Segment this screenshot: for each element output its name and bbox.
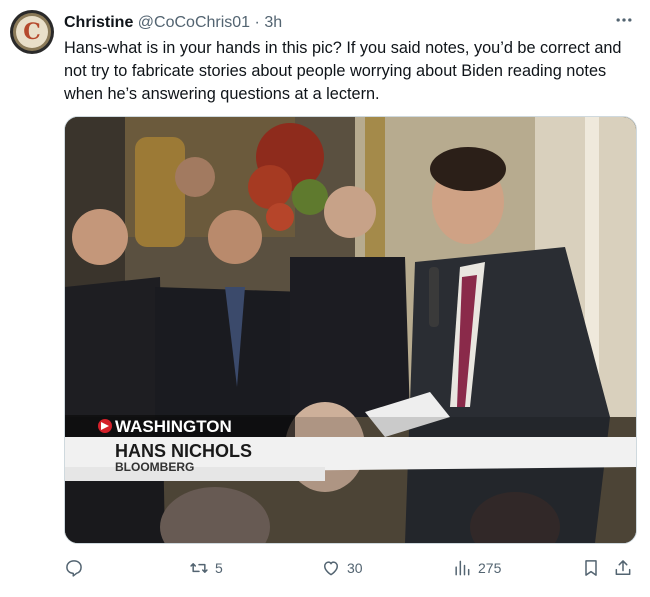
like-button[interactable]: 30: [321, 553, 363, 583]
views-icon: [455, 560, 470, 576]
like-icon: [324, 561, 338, 576]
share-icon: [615, 560, 631, 575]
avatar[interactable]: C: [10, 10, 54, 54]
tweet-text: Hans-what is in your hands in this pic? …: [64, 39, 622, 103]
header-separator: ·: [254, 14, 260, 31]
author-name[interactable]: Christine: [64, 14, 133, 31]
banner-affiliation: BLOOMBERG: [115, 460, 194, 474]
share-button[interactable]: [613, 553, 633, 583]
timestamp[interactable]: 3h: [264, 14, 282, 31]
reply-button[interactable]: [64, 553, 90, 583]
arrow-icon: [98, 419, 112, 433]
avatar-logo: C: [16, 16, 48, 48]
more-icon[interactable]: [612, 10, 636, 30]
tweet-header: Christine @CoCoChris01 · 3h: [64, 12, 600, 34]
retweet-button[interactable]: 5: [189, 553, 223, 583]
tweet-actions: 5 30 275: [64, 553, 639, 583]
author-handle[interactable]: @CoCoChris01: [138, 14, 250, 31]
views-button[interactable]: 275: [452, 553, 501, 583]
tweet-photo[interactable]: WASHINGTON HANS NICHOLS BLOOMBERG: [64, 116, 637, 544]
retweet-icon: [190, 563, 208, 573]
retweet-count: 5: [215, 560, 223, 576]
banner-name: HANS NICHOLS: [115, 441, 252, 461]
like-count: 30: [347, 560, 363, 576]
reply-icon: [66, 560, 82, 577]
bookmark-button[interactable]: [581, 553, 601, 583]
tweet[interactable]: C Christine @CoCoChris01 · 3h Hans-what …: [0, 0, 650, 597]
bookmark-icon: [585, 560, 597, 576]
banner-location: WASHINGTON: [115, 417, 232, 436]
views-count: 275: [478, 560, 502, 576]
